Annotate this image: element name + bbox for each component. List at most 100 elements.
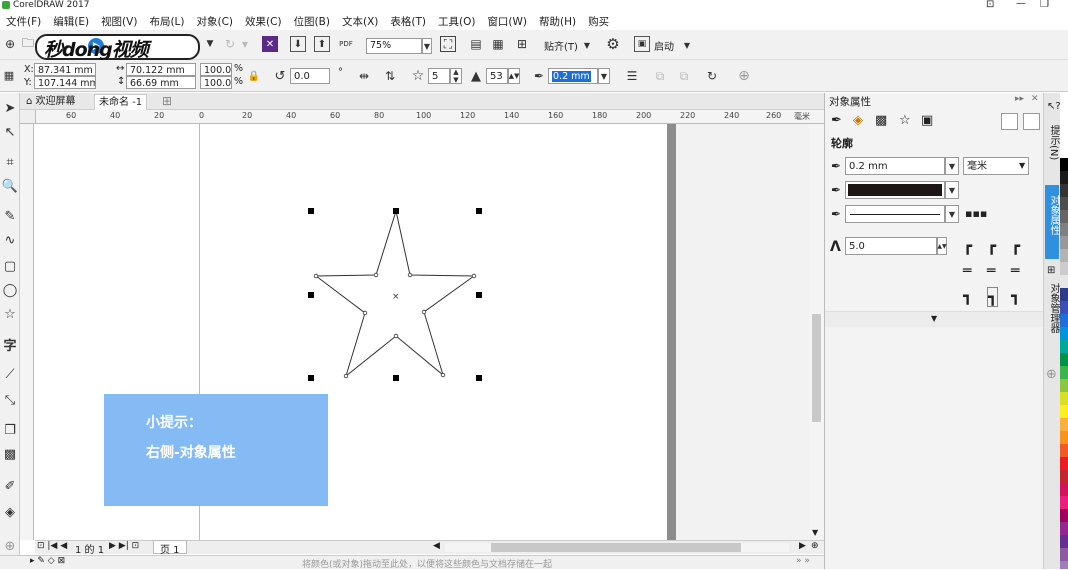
palette-swatch[interactable] [1060, 275, 1068, 288]
palette-swatch[interactable] [1060, 301, 1068, 314]
palette-swatch[interactable] [1060, 197, 1068, 210]
transparency-tab-icon[interactable]: ▩ [875, 113, 887, 128]
redo-dropdown-icon[interactable]: ▼ [240, 37, 250, 51]
rectangle-tool-icon[interactable]: ▢ [1, 257, 19, 275]
page-next-icon[interactable]: ▶ ▶| ⊡ [109, 541, 139, 551]
zoom-nav-icon[interactable]: ⊕ [811, 541, 819, 551]
dock-add-icon[interactable]: ⊕ [1046, 367, 1057, 382]
redo-icon[interactable]: ↻ [222, 36, 238, 52]
palette-swatch[interactable] [1060, 535, 1068, 548]
cap-butt-icon[interactable]: ═ [963, 263, 971, 279]
join-miter-icon[interactable]: ┏ [963, 237, 972, 255]
join-round-icon[interactable]: ┏ [987, 237, 996, 255]
crop-tool-icon[interactable]: ⌗ [1, 153, 19, 171]
rotation-field[interactable]: 0.0 [290, 68, 330, 84]
panel-close-icon[interactable]: ✕ [1031, 94, 1039, 104]
star-tab-icon[interactable]: ☆ [899, 113, 911, 128]
horizontal-ruler[interactable]: 60 40 20 0 20 40 60 80 100 120 140 160 1… [36, 110, 824, 124]
ellipse-tool-icon[interactable]: ◯ [1, 281, 19, 299]
connector-tool-icon[interactable]: ⤡ [1, 391, 19, 409]
corel-connect-icon[interactable]: ✕ [262, 36, 278, 52]
palette-swatch[interactable] [1060, 171, 1068, 184]
text-wrap-icon[interactable]: ☰ [624, 68, 640, 84]
dock-tab-properties-active[interactable]: 对象属性 [1045, 185, 1059, 259]
units-dropdown-icon[interactable]: ▼ [1019, 161, 1025, 170]
menu-tools[interactable]: 工具(O) [432, 14, 481, 29]
mirror-horizontal-icon[interactable]: ⇹ [356, 68, 372, 84]
palette-swatch[interactable] [1060, 210, 1068, 223]
palette-swatch[interactable] [1060, 561, 1068, 569]
palette-swatch[interactable] [1060, 340, 1068, 353]
snap-dropdown-icon[interactable]: ▼ [582, 38, 592, 52]
palette-swatch[interactable] [1060, 418, 1068, 431]
palette-swatch[interactable] [1060, 522, 1068, 535]
position-center-icon[interactable]: ┓ [987, 287, 999, 307]
vertical-scrollbar[interactable]: ▼ [809, 124, 824, 540]
palette-swatch[interactable] [1060, 223, 1068, 236]
palette-swatch[interactable] [1060, 249, 1068, 262]
menu-buy[interactable]: 购买 [582, 14, 615, 29]
freehand-tool-icon[interactable]: ✎ [1, 207, 19, 225]
ruler-origin[interactable] [20, 110, 36, 124]
publish-pdf-icon[interactable]: PDF [338, 36, 354, 52]
restore-button[interactable]: ❐ [1040, 0, 1049, 10]
palette-swatch[interactable] [1060, 288, 1068, 301]
menu-table[interactable]: 表格(T) [384, 14, 432, 29]
miter-spinner[interactable]: ▲▼ [937, 237, 947, 255]
more-options-icon[interactable]: ▪▪▪ [965, 207, 987, 220]
artistic-media-icon[interactable]: ∿ [1, 231, 19, 249]
h-scroll-thumb[interactable] [491, 543, 741, 552]
panel-expand-icon[interactable]: ▸▸ [1015, 94, 1024, 104]
guidelines-icon[interactable]: ⊞ [514, 36, 530, 52]
application-launcher-icon[interactable]: ▣ [634, 36, 650, 52]
palette-swatch[interactable] [1060, 392, 1068, 405]
palette-swatch[interactable] [1060, 431, 1068, 444]
sharpness-field[interactable]: 53 [486, 68, 508, 84]
outline-tab-icon[interactable]: ✒ [831, 113, 842, 128]
chevron-down-icon[interactable]: ▼ [204, 37, 216, 51]
palette-swatch[interactable] [1060, 470, 1068, 483]
add-tool-icon[interactable]: ⊕ [1, 537, 19, 555]
outline-width-dropdown-icon[interactable]: ▼ [598, 68, 610, 84]
palette-swatch[interactable] [1060, 158, 1068, 171]
drop-shadow-tool-icon[interactable]: ❐ [1, 421, 19, 439]
line-style-dropdown-icon[interactable]: ▼ [945, 205, 959, 223]
menu-window[interactable]: 窗口(W) [481, 14, 533, 29]
vertical-ruler[interactable] [20, 124, 34, 540]
menu-bitmaps[interactable]: 位图(B) [288, 14, 336, 29]
position-inside-icon[interactable]: ┓ [1011, 287, 1020, 305]
grid-icon[interactable]: ▦ [490, 36, 506, 52]
line-style-select[interactable] [845, 205, 945, 223]
position-outside-icon[interactable]: ┓ [963, 287, 972, 305]
options-gear-icon[interactable]: ⚙ [604, 35, 622, 53]
scroll-down-icon[interactable]: ▼ [812, 528, 818, 537]
menu-object[interactable]: 对象(C) [191, 14, 240, 29]
scale-y-field[interactable]: 100.0 [200, 76, 232, 89]
export-icon[interactable]: ⬆ [314, 36, 330, 52]
page-first-icon[interactable]: ⊡ |◀ ◀ [37, 541, 67, 551]
sharpness-spinner[interactable]: ▲▼ [508, 68, 520, 84]
scroll-thumb[interactable] [812, 314, 821, 422]
snap-to-button[interactable]: 贴齐(T) [544, 38, 578, 53]
palette-swatch[interactable] [1060, 366, 1068, 379]
width-field[interactable]: 70.122 mm [126, 63, 196, 76]
cap-square-icon[interactable]: ═ [1011, 263, 1019, 279]
panel-width-dropdown-icon[interactable]: ▼ [945, 157, 959, 175]
dimension-tool-icon[interactable]: ⟋ [1, 365, 19, 383]
panel-width-field[interactable]: 0.2 mm [845, 157, 945, 175]
palette-swatch[interactable] [1060, 457, 1068, 470]
add-icon[interactable]: ⊕ [736, 68, 752, 84]
to-front-icon[interactable]: ⧉ [652, 68, 668, 84]
points-field[interactable]: 5 [428, 68, 450, 84]
transparency-tool-icon[interactable]: ▩ [1, 445, 19, 463]
fill-tab-icon[interactable]: ◈ [853, 113, 863, 128]
horizontal-scrollbar[interactable] [445, 543, 789, 552]
outline-color-picker[interactable] [845, 181, 945, 199]
menu-help[interactable]: 帮助(H) [533, 14, 582, 29]
menu-text[interactable]: 文本(X) [336, 14, 384, 29]
drawing-canvas[interactable]: × 小提示： 右侧-对象属性 [35, 124, 809, 540]
palette-swatch[interactable] [1060, 184, 1068, 197]
pick-tool-icon[interactable]: ➤ [1, 99, 19, 117]
scroll-right-icon[interactable]: ▶ [799, 541, 806, 551]
polygon-tool-icon[interactable]: ☆ [1, 305, 19, 323]
